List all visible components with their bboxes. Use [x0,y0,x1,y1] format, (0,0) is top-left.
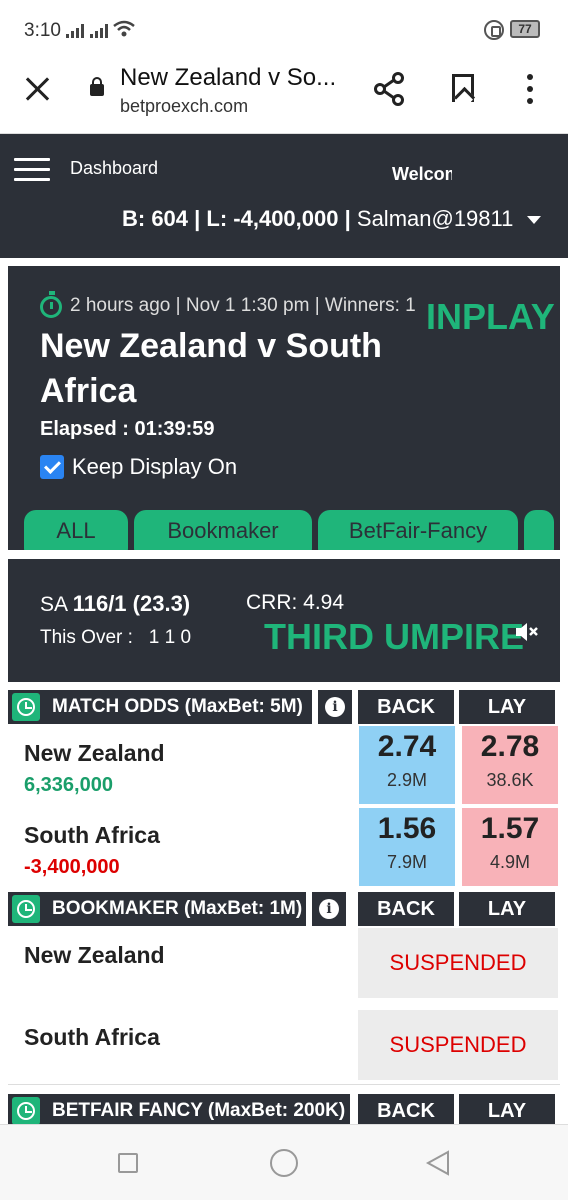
event-name: New Zealand v South Africa [40,327,382,410]
menu-icon[interactable] [14,158,50,182]
back-price: 1.56 [377,812,437,845]
checkbox-checked-icon[interactable] [40,455,64,479]
system-nav-bar [0,1124,568,1200]
stopwatch-icon [40,291,62,318]
betfair-fancy-title-text: BETFAIR FANCY (MaxBet: 200K) [52,1100,346,1121]
lock-icon [90,77,104,96]
back-price: 2.74 [377,730,437,763]
account-balance[interactable]: B: 604 | L: -4,400,000 | Salman@19811 [122,206,542,232]
share-icon[interactable] [372,72,406,106]
info-icon[interactable]: i [318,690,352,724]
battery-icon: 77 [510,20,540,38]
event-card: 2 hours ago | Nov 1 1:30 pm | Winners: 1… [8,266,560,550]
lay-column-header: LAY [459,690,555,724]
back-size: 7.9M [386,852,428,872]
back-column-header: BACK [358,1094,454,1124]
wifi-icon [113,20,135,37]
runner-row: New Zealand SUSPENDED [8,928,560,1000]
team-score: SA 116/1 (23.3) [40,591,190,617]
runs-overs: 116/1 (23.3) [72,591,191,616]
keep-display-toggle[interactable]: Keep Display On [40,454,237,480]
runner-row: South Africa SUSPENDED [8,1010,560,1082]
lay-odds-button[interactable]: 2.78 38.6K [462,726,558,804]
home-icon[interactable] [270,1149,298,1177]
runner-loss: -3,400,000 [24,856,120,878]
status-bar: 3:10 77 [0,0,568,52]
tab-all[interactable]: ALL [24,510,128,550]
rotation-lock-icon [484,20,504,40]
chevron-down-icon[interactable] [527,216,542,225]
clock-time: 3:10 [24,20,61,41]
lay-size: 4.9M [489,852,531,872]
runner-row: South Africa -3,400,000 1.56 7.9M 1.57 4… [8,808,560,888]
betfair-fancy-title: BETFAIR FANCY (MaxBet: 200K) [8,1094,350,1124]
match-odds-header: MATCH ODDS (MaxBet: 5M) i BACK LAY [8,690,560,724]
page-title[interactable]: New Zealand v So... [120,64,336,92]
signal-icon [66,22,84,38]
match-odds-title: MATCH ODDS (MaxBet: 5M) [8,690,312,724]
elapsed-time: Elapsed : 01:39:59 [40,418,215,440]
runner-name: New Zealand [24,942,165,968]
back-odds-button[interactable]: 2.74 2.9M [359,726,455,804]
back-icon[interactable] [424,1149,452,1177]
tab-bookmaker[interactable]: Bookmaker [134,510,312,550]
match-odds-title-text: MATCH ODDS (MaxBet: 5M) [52,696,303,717]
suspended-overlay: SUSPENDED [358,1010,558,1080]
bookmaker-header: BOOKMAKER (MaxBet: 1M) i BACK LAY [8,892,560,926]
bookmaker-title: BOOKMAKER (MaxBet: 1M) [8,892,306,926]
tab-more[interactable] [524,510,554,550]
alarm-clock-icon [12,1097,40,1124]
event-meta: 2 hours ago | Nov 1 1:30 pm | Winners: 1 [70,295,416,316]
info-icon[interactable]: i [312,892,346,926]
umpire-decision: THIRD UMPIRE [264,616,524,657]
tab-betfair-fancy[interactable]: BetFair-Fancy [318,510,518,550]
betfair-fancy-header: BETFAIR FANCY (MaxBet: 200K) BACK LAY [8,1094,560,1124]
this-over: This Over : 1 1 0 [40,627,191,649]
runner-row: New Zealand 6,336,000 2.74 2.9M 2.78 38.… [8,726,560,806]
back-size: 2.9M [386,770,428,790]
alarm-clock-icon [12,693,40,721]
close-icon[interactable] [24,76,50,102]
lay-price: 2.78 [480,730,540,763]
lay-column-header: LAY [459,892,555,926]
browser-toolbar: New Zealand v So... betproexch.com [0,52,568,134]
balance-liability: B: 604 | L: -4,400,000 | [122,206,351,231]
runner-name: South Africa [24,822,160,848]
runner-profit: 6,336,000 [24,774,113,796]
lay-price: 1.57 [480,812,540,845]
app-header: Dashboard Welcome B: 604 | L: -4,400,000… [0,134,568,258]
username: Salman@19811 [356,206,514,231]
current-run-rate: CRR: 4.94 [246,591,345,614]
divider [8,1084,560,1085]
suspended-overlay: SUSPENDED [358,928,558,998]
alarm-clock-icon [12,895,40,923]
recent-apps-icon[interactable] [118,1153,138,1173]
back-odds-button[interactable]: 1.56 7.9M [359,808,455,886]
runner-name: New Zealand [24,740,165,766]
market-tabs: ALL Bookmaker BetFair-Fancy [24,510,554,550]
keep-display-label: Keep Display On [72,454,238,479]
mute-icon[interactable] [514,621,540,643]
back-column-header: BACK [358,892,454,926]
page-url[interactable]: betproexch.com [120,96,248,117]
lay-size: 38.6K [486,770,534,790]
batting-team: SA [40,593,67,616]
back-column-header: BACK [358,690,454,724]
inplay-badge: INPLAY [426,296,555,337]
lay-odds-button[interactable]: 1.57 4.9M [462,808,558,886]
this-over-balls: 1 1 0 [148,627,192,648]
dashboard-link[interactable]: Dashboard [70,158,158,179]
bookmark-icon[interactable] [452,74,474,102]
score-panel: SA 116/1 (23.3) CRR: 4.94 This Over : 1 … [8,559,560,682]
runner-name: South Africa [24,1024,160,1050]
more-options-icon[interactable] [527,74,535,106]
signal-icon [90,22,108,38]
bookmaker-title-text: BOOKMAKER (MaxBet: 1M) [52,898,303,919]
lay-column-header: LAY [459,1094,555,1124]
this-over-label: This Over : [40,627,133,648]
welcome-marquee: Welcome [392,164,452,184]
